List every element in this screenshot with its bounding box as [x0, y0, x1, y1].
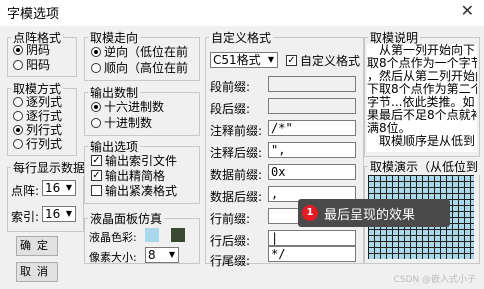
radio-reverse-direction[interactable] — [91, 47, 101, 57]
watermark: CSDN @嵌入式小子 — [393, 275, 476, 285]
label-segment-suffix: 段后缀: — [210, 102, 251, 116]
checkbox-tight-format[interactable] — [91, 185, 102, 196]
radio-column-scan[interactable] — [13, 97, 23, 107]
label-comment-suffix: 注释后缀: — [210, 146, 263, 160]
radio-row-scan[interactable] — [13, 111, 23, 121]
row-display-group: 每行显示数据 点阵: 16 ▼ 索引: 16 ▼ — [7, 159, 88, 232]
pixel-size-label: 像素大小: — [89, 251, 137, 264]
line-end-field[interactable]: */ — [268, 246, 356, 262]
lcd-panel-group: 液晶面板仿真 液晶色彩: 像素大小: 8 ▼ — [84, 210, 200, 264]
pixel-size-select[interactable]: 8 ▼ — [145, 247, 179, 263]
lcd-panel-legend: 液晶面板仿真 — [88, 210, 165, 227]
label-positive-code: 阳码 — [26, 58, 51, 72]
chevron-down-icon: ▼ — [168, 250, 176, 259]
description-line: 取模顺序是从低到 — [367, 134, 476, 148]
radio-row-column-scan[interactable] — [13, 139, 23, 149]
chevron-down-icon: ▼ — [65, 209, 73, 218]
radio-decimal[interactable] — [91, 118, 101, 128]
label-segment-prefix: 段前缀: — [210, 80, 251, 94]
row-display-legend: 每行显示数据 — [11, 159, 88, 176]
index-count-label: 索引: — [11, 210, 40, 224]
label-line-end: 行尾缀: — [210, 254, 251, 268]
lcd-light-color-swatch[interactable] — [145, 228, 159, 242]
preset-format-select[interactable]: C51格式 ▼ — [210, 52, 278, 68]
index-count-select[interactable]: 16 ▼ — [42, 206, 76, 222]
label-reverse-direction: 逆向（低位在前 — [104, 45, 189, 59]
window-title: 字模选项 — [7, 7, 60, 22]
custom-format-legend: 自定义格式 — [209, 29, 274, 46]
pixel-size-value: 8 — [148, 248, 156, 262]
label-hex: 十六进制数 — [104, 100, 165, 114]
label-line-suffix: 行后缀: — [210, 234, 251, 248]
chevron-down-icon: ▼ — [267, 55, 275, 64]
title-bar: 字模选项 ✕ — [0, 0, 484, 26]
checkbox-index-file[interactable]: ✓ — [91, 155, 102, 166]
checkbox-custom-format[interactable]: ✓ — [286, 55, 297, 66]
annotation-number-badge: 1 — [302, 205, 318, 221]
radio-hex[interactable] — [91, 102, 101, 112]
preview-legend: 取模演示（从低位到 — [368, 158, 480, 175]
description-text: 从第一列开始向下 取8个点作为一个字节 ，然后从第二列开始向 下取8个点作为第二… — [367, 44, 477, 152]
close-icon[interactable]: ✕ — [461, 1, 474, 20]
label-comment-prefix: 注释前缀: — [210, 124, 263, 138]
radio-negative-code[interactable] — [13, 45, 23, 55]
data-prefix-field[interactable]: 0x — [268, 164, 356, 180]
dot-count-value: 16 — [45, 181, 61, 195]
ok-button[interactable]: 确定 — [16, 236, 58, 256]
cancel-button[interactable]: 取消 — [16, 262, 58, 282]
dot-format-group: 点阵格式 阴码 阳码 — [7, 29, 77, 77]
dot-count-select[interactable]: 16 ▼ — [42, 180, 76, 196]
label-data-suffix: 数据后缀: — [210, 190, 263, 204]
scan-direction-group: 取模走向 逆向（低位在前 顺向（高位在前 — [84, 29, 200, 81]
scan-mode-group: 取模方式 逐列式 逐行式 列行式 行列式 — [7, 80, 77, 156]
radio-forward-direction[interactable] — [91, 63, 101, 73]
index-count-value: 16 — [45, 207, 61, 221]
checkbox-compact[interactable]: ✓ — [91, 170, 102, 181]
line-suffix-field[interactable]: | — [268, 230, 356, 246]
custom-format-group: 自定义格式 C51格式 ▼ ✓ 自定义格式 段前缀: 段后缀: 注释前缀: /*… — [205, 29, 364, 268]
output-options-group: 输出选项 ✓ 输出索引文件 ✓ 输出精简格 输出紧凑格式 — [84, 138, 200, 204]
lcd-dark-color-swatch[interactable] — [171, 228, 185, 242]
radio-positive-code[interactable] — [13, 60, 23, 70]
radio-column-row-scan[interactable] — [13, 125, 23, 135]
label-data-prefix: 数据前缀: — [210, 168, 263, 182]
lcd-color-label: 液晶色彩: — [89, 231, 137, 244]
comment-suffix-field[interactable]: ", — [268, 142, 356, 158]
label-tight-format: 输出紧凑格式 — [105, 184, 178, 198]
label-custom-format: 自定义格式 — [300, 54, 361, 68]
segment-suffix-field[interactable] — [268, 98, 356, 114]
chevron-down-icon: ▼ — [65, 183, 73, 192]
label-forward-direction: 顺向（高位在前 — [104, 61, 189, 75]
label-decimal: 十进制数 — [104, 116, 153, 130]
annotation-text: 最后呈现的效果 — [324, 208, 416, 223]
segment-prefix-field[interactable] — [268, 76, 356, 92]
label-line-prefix: 行前缀: — [210, 212, 251, 226]
dot-count-label: 点阵: — [11, 184, 40, 198]
preset-format-value: C51格式 — [213, 53, 261, 67]
annotation-tooltip: 1 最后呈现的效果 — [298, 199, 450, 227]
output-base-group: 输出数制 十六进制数 十进制数 — [84, 84, 200, 136]
label-row-column-scan: 行列式 — [26, 137, 63, 151]
comment-prefix-field[interactable]: /*" — [268, 120, 356, 136]
